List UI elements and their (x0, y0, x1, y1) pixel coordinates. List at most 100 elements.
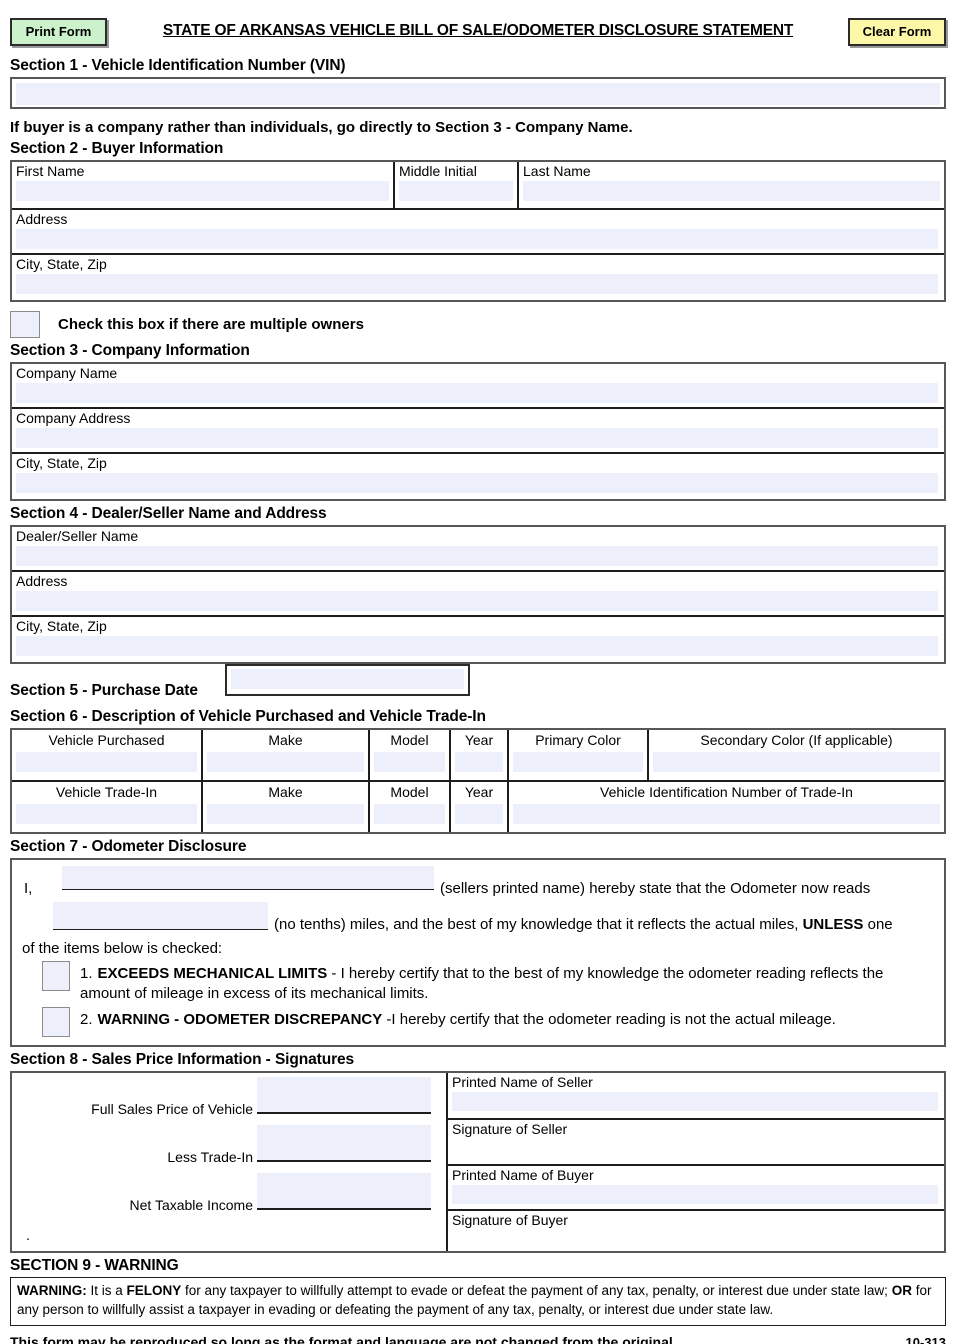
company-city-state-zip-label: City, State, Zip (16, 455, 107, 471)
reproduction-notice: This form may be reproduced so long as t… (10, 1333, 677, 1344)
vehicle-tradein-year-input[interactable] (455, 804, 503, 824)
vehicle-purchased-input[interactable] (16, 752, 197, 772)
buyer-last-name-label: Last Name (523, 163, 591, 179)
vehicle-purchased-year-input[interactable] (455, 752, 503, 772)
odometer-discrepancy-checkbox[interactable] (42, 1007, 70, 1037)
net-taxable-income-label: Net Taxable Income (129, 1197, 253, 1213)
vehicle-purchased-row: Vehicle Purchased Make Model Year Primar… (12, 730, 944, 782)
section-5-container: Section 5 - Purchase Date (10, 664, 946, 704)
net-taxable-income-input[interactable] (257, 1173, 431, 1210)
odometer-i-prefix: I, (24, 880, 33, 897)
form-number: 10-313 (905, 1334, 946, 1344)
dealer-name-input[interactable] (16, 546, 938, 567)
vehicle-purchased-make-header: Make (268, 732, 303, 748)
section-6-container: Vehicle Purchased Make Model Year Primar… (10, 728, 946, 834)
primary-color-input[interactable] (513, 752, 643, 772)
buyer-address-input[interactable] (16, 229, 938, 250)
vin-input[interactable] (16, 83, 940, 105)
printed-name-of-seller-input[interactable] (452, 1092, 938, 1111)
buyer-middle-initial-input[interactable] (399, 181, 513, 202)
primary-color-header: Primary Color (535, 732, 621, 748)
vehicle-tradein-make-input[interactable] (207, 804, 364, 824)
company-name-label: Company Name (16, 365, 118, 381)
buyer-last-name-input[interactable] (523, 181, 940, 202)
sales-price-signature-box: Full Sales Price of Vehicle Less Trade-I… (10, 1071, 946, 1253)
vehicle-description-table: Vehicle Purchased Make Model Year Primar… (10, 728, 946, 834)
printed-name-of-buyer-input[interactable] (452, 1185, 938, 1204)
section-2-heading: Section 2 - Buyer Information (10, 140, 224, 157)
signature-of-seller-row: Signature of Seller (448, 1118, 944, 1164)
odometer-after-name-text: (sellers printed name) hereby state that… (440, 880, 871, 897)
section-7-container: I, (sellers printed name) hereby state t… (10, 858, 946, 1047)
multiple-owners-checkbox[interactable] (10, 310, 40, 338)
buyer-city-state-zip-input[interactable] (16, 274, 938, 295)
warning-or-bold: OR (891, 1283, 912, 1298)
vehicle-purchased-make-cell: Make (201, 730, 368, 780)
section-8-container: Full Sales Price of Vehicle Less Trade-I… (10, 1071, 946, 1253)
vehicle-tradein-header: Vehicle Trade-In (55, 784, 158, 800)
company-city-state-zip-input[interactable] (16, 473, 938, 494)
company-name-input[interactable] (16, 383, 938, 404)
odometer-statement-line-2: (no tenths) miles, and the best of my kn… (20, 900, 936, 940)
odometer-item-2-number: 2. (80, 1011, 93, 1028)
vehicle-purchased-make-input[interactable] (207, 752, 364, 772)
odometer-item-2-bold: WARNING - ODOMETER DISCREPANCY (97, 1011, 383, 1028)
vehicle-tradein-input[interactable] (16, 804, 197, 824)
less-trade-in-input[interactable] (257, 1125, 431, 1162)
buyer-name-row: First Name Middle Initial Last Name (12, 162, 944, 210)
vehicle-tradein-year-cell: Year (449, 782, 507, 832)
buyer-address-label: Address (16, 211, 68, 227)
section-9-container: WARNING: It is a FELONY for any taxpayer… (10, 1277, 946, 1326)
seller-printed-name-input[interactable] (62, 866, 434, 890)
section-1-heading: Section 1 - Vehicle Identification Numbe… (10, 57, 346, 74)
vehicle-tradein-model-input[interactable] (374, 804, 445, 824)
section-4-heading: Section 4 - Dealer/Seller Name and Addre… (10, 505, 327, 522)
purchase-date-input[interactable] (231, 669, 464, 689)
dealer-address-input[interactable] (16, 591, 938, 612)
odometer-item-1-bold: EXCEEDS MECHANICAL LIMITS (97, 965, 328, 982)
odometer-item-2-rest: -I hereby certify that the odometer read… (382, 1011, 836, 1028)
signature-of-seller-label: Signature of Seller (452, 1121, 568, 1137)
warning-text-2: for any taxpayer to willfully attempt to… (181, 1283, 892, 1298)
warning-text-1: It is a (86, 1283, 127, 1298)
signature-column: Printed Name of Seller Signature of Sell… (446, 1073, 944, 1251)
warning-felony-bold: FELONY (126, 1283, 182, 1298)
tradein-vin-input[interactable] (513, 804, 940, 824)
company-address-input[interactable] (16, 428, 938, 449)
tradein-vin-cell: Vehicle Identification Number of Trade-I… (507, 782, 944, 832)
section-4-container: Dealer/Seller Name Address City, State, … (10, 525, 946, 664)
dealer-city-state-zip-label: City, State, Zip (16, 618, 107, 634)
vehicle-purchased-model-input[interactable] (374, 752, 445, 772)
dealer-city-state-zip-input[interactable] (16, 636, 938, 657)
company-note: If buyer is a company rather than indivi… (10, 119, 633, 136)
odometer-item-2: 2. WARNING - ODOMETER DISCREPANCY -I here… (20, 1007, 936, 1037)
vehicle-purchased-year-header: Year (464, 732, 494, 748)
buyer-info-box: First Name Middle Initial Last Name Addr… (10, 160, 946, 302)
signature-of-buyer-label: Signature of Buyer (452, 1212, 568, 1228)
warning-label: WARNING: (17, 1283, 87, 1298)
price-column-dot: . (26, 1227, 30, 1243)
odometer-after-reading-text: (no tenths) miles, and the best of my kn… (274, 916, 934, 935)
full-sales-price-input[interactable] (257, 1077, 431, 1114)
vehicle-purchased-header: Vehicle Purchased (48, 732, 165, 748)
dealer-name-label: Dealer/Seller Name (16, 528, 139, 544)
section-2-container: First Name Middle Initial Last Name Addr… (10, 160, 946, 302)
less-trade-in-row: Less Trade-In (12, 1121, 446, 1169)
multiple-owners-label: Check this box if there are multiple own… (58, 315, 364, 333)
vehicle-tradein-make-cell: Make (201, 782, 368, 832)
buyer-first-name-input[interactable] (16, 181, 389, 202)
clear-form-button[interactable]: Clear Form (848, 18, 946, 46)
secondary-color-input[interactable] (653, 752, 940, 772)
exceeds-mechanical-limits-checkbox[interactable] (42, 961, 70, 991)
odometer-statement-line-1: I, (sellers printed name) hereby state t… (20, 866, 936, 900)
dealer-city-state-zip-row: City, State, Zip (12, 617, 944, 662)
buyer-city-state-zip-row: City, State, Zip (12, 255, 944, 300)
odometer-items-intro: of the items below is checked: (22, 940, 223, 957)
odometer-unless-bold: UNLESS (802, 916, 864, 933)
form-footer: This form may be reproduced so long as t… (10, 1334, 946, 1344)
odometer-reading-input[interactable] (53, 902, 268, 930)
secondary-color-header: Secondary Color (If applicable) (700, 732, 893, 748)
buyer-middle-initial-label: Middle Initial (399, 163, 477, 179)
signature-of-buyer-row: Signature of Buyer (448, 1209, 944, 1255)
dealer-address-row: Address (12, 572, 944, 617)
